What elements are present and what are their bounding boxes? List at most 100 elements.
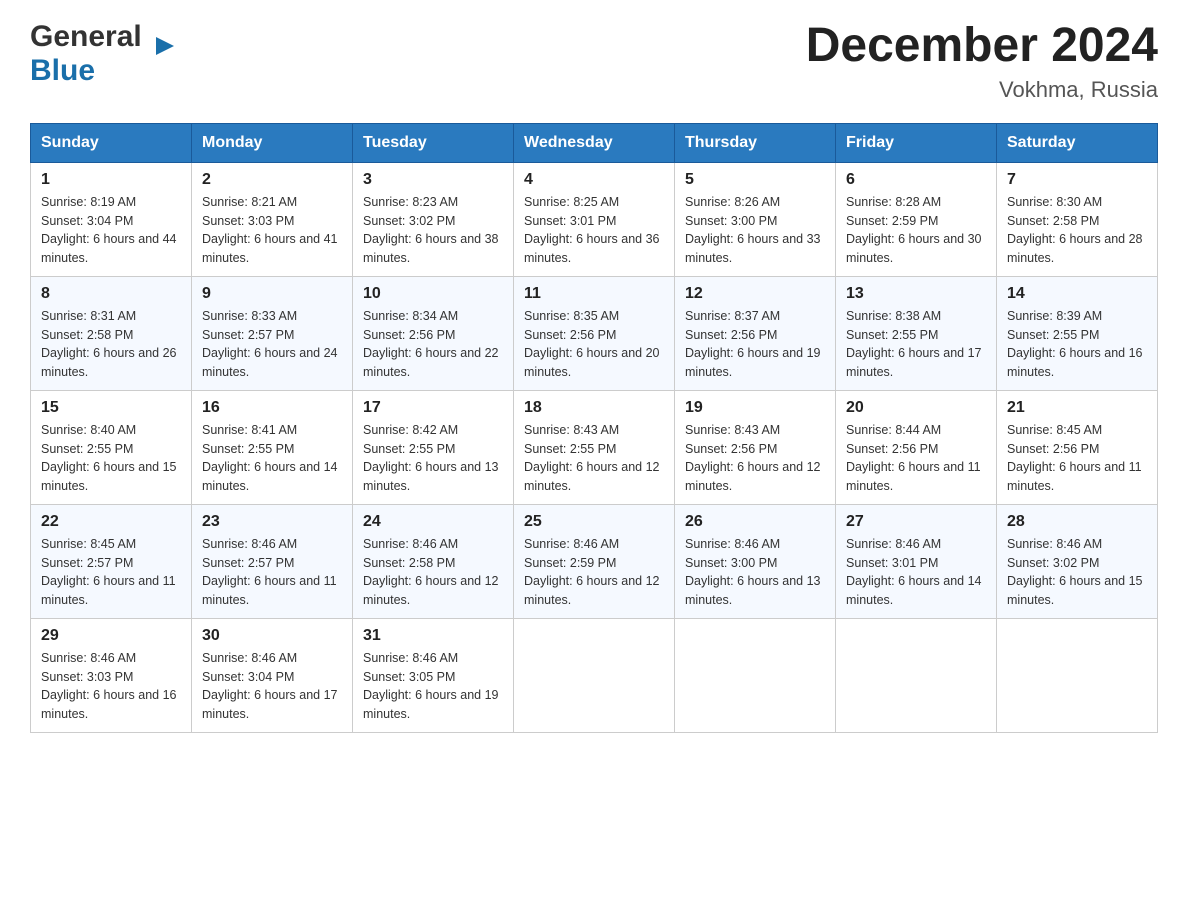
day-info: Sunrise: 8:28 AMSunset: 2:59 PMDaylight:… [846,193,986,268]
table-row: 2 Sunrise: 8:21 AMSunset: 3:03 PMDaylight… [192,162,353,276]
day-info: Sunrise: 8:46 AMSunset: 2:59 PMDaylight:… [524,535,664,610]
day-number: 23 [202,513,342,531]
day-info: Sunrise: 8:37 AMSunset: 2:56 PMDaylight:… [685,307,825,382]
day-info: Sunrise: 8:35 AMSunset: 2:56 PMDaylight:… [524,307,664,382]
day-number: 27 [846,513,986,531]
day-number: 20 [846,399,986,417]
day-number: 28 [1007,513,1147,531]
day-info: Sunrise: 8:21 AMSunset: 3:03 PMDaylight:… [202,193,342,268]
title-block: December 2024 Vokhma, Russia [806,20,1158,103]
day-info: Sunrise: 8:43 AMSunset: 2:55 PMDaylight:… [524,421,664,496]
day-number: 18 [524,399,664,417]
day-number: 3 [363,171,503,189]
table-row [675,618,836,732]
table-row: 9Sunrise: 8:33 AMSunset: 2:57 PMDaylight… [192,276,353,390]
day-info: Sunrise: 8:42 AMSunset: 2:55 PMDaylight:… [363,421,503,496]
day-number: 12 [685,285,825,303]
col-sunday: Sunday [31,123,192,162]
table-row: 25 Sunrise: 8:46 AMSunset: 2:59 PMDayligh… [514,504,675,618]
day-number: 31 [363,627,503,645]
calendar-week-row: 15Sunrise: 8:40 AMSunset: 2:55 PMDayligh… [31,390,1158,504]
day-number: 16 [202,399,342,417]
day-info: Sunrise: 8:46 AMSunset: 3:01 PMDaylight:… [846,535,986,610]
table-row: 18 Sunrise: 8:43 AMSunset: 2:55 PMDayligh… [514,390,675,504]
table-row: 3 Sunrise: 8:23 AMSunset: 3:02 PMDaylight… [353,162,514,276]
calendar-week-row: 29 Sunrise: 8:46 AMSunset: 3:03 PMDayligh… [31,618,1158,732]
table-row: 10Sunrise: 8:34 AMSunset: 2:56 PMDayligh… [353,276,514,390]
col-wednesday: Wednesday [514,123,675,162]
day-number: 29 [41,627,181,645]
day-info: Sunrise: 8:46 AMSunset: 3:04 PMDaylight:… [202,649,342,724]
table-row [514,618,675,732]
day-info: Sunrise: 8:34 AMSunset: 2:56 PMDaylight:… [363,307,503,382]
table-row: 5Sunrise: 8:26 AMSunset: 3:00 PMDaylight… [675,162,836,276]
calendar-week-row: 8Sunrise: 8:31 AMSunset: 2:58 PMDaylight… [31,276,1158,390]
table-row: 30 Sunrise: 8:46 AMSunset: 3:04 PMDayligh… [192,618,353,732]
col-saturday: Saturday [997,123,1158,162]
table-row: 29 Sunrise: 8:46 AMSunset: 3:03 PMDayligh… [31,618,192,732]
table-row: 31 Sunrise: 8:46 AMSunset: 3:05 PMDayligh… [353,618,514,732]
day-number: 26 [685,513,825,531]
logo-blue-text: Blue [30,54,95,87]
table-row: 14Sunrise: 8:39 AMSunset: 2:55 PMDayligh… [997,276,1158,390]
day-number: 4 [524,171,664,189]
table-row: 17 Sunrise: 8:42 AMSunset: 2:55 PMDayligh… [353,390,514,504]
page-header: General Blue December 2024 Vokhma, Russi… [30,20,1158,103]
day-number: 11 [524,285,664,303]
day-info: Sunrise: 8:46 AMSunset: 3:03 PMDaylight:… [41,649,181,724]
table-row: 4 Sunrise: 8:25 AMSunset: 3:01 PMDaylight… [514,162,675,276]
day-number: 25 [524,513,664,531]
calendar-header-row: Sunday Monday Tuesday Wednesday Thursday… [31,123,1158,162]
table-row: 12 Sunrise: 8:37 AMSunset: 2:56 PMDayligh… [675,276,836,390]
day-number: 7 [1007,171,1147,189]
table-row: 8Sunrise: 8:31 AMSunset: 2:58 PMDaylight… [31,276,192,390]
calendar-week-row: 1 Sunrise: 8:19 AMSunset: 3:04 PMDaylight… [31,162,1158,276]
day-info: Sunrise: 8:23 AMSunset: 3:02 PMDaylight:… [363,193,503,268]
table-row: 16 Sunrise: 8:41 AMSunset: 2:55 PMDayligh… [192,390,353,504]
calendar-table: Sunday Monday Tuesday Wednesday Thursday… [30,123,1158,733]
day-number: 30 [202,627,342,645]
day-info: Sunrise: 8:46 AMSunset: 2:58 PMDaylight:… [363,535,503,610]
table-row: 26Sunrise: 8:46 AMSunset: 3:00 PMDayligh… [675,504,836,618]
day-number: 17 [363,399,503,417]
table-row: 13 Sunrise: 8:38 AMSunset: 2:55 PMDayligh… [836,276,997,390]
location-subtitle: Vokhma, Russia [806,77,1158,103]
day-number: 13 [846,285,986,303]
day-info: Sunrise: 8:33 AMSunset: 2:57 PMDaylight:… [202,307,342,382]
table-row: 23 Sunrise: 8:46 AMSunset: 2:57 PMDayligh… [192,504,353,618]
table-row [836,618,997,732]
table-row: 19Sunrise: 8:43 AMSunset: 2:56 PMDayligh… [675,390,836,504]
col-monday: Monday [192,123,353,162]
table-row: 1 Sunrise: 8:19 AMSunset: 3:04 PMDaylight… [31,162,192,276]
table-row: 27 Sunrise: 8:46 AMSunset: 3:01 PMDayligh… [836,504,997,618]
day-info: Sunrise: 8:19 AMSunset: 3:04 PMDaylight:… [41,193,181,268]
day-info: Sunrise: 8:46 AMSunset: 3:05 PMDaylight:… [363,649,503,724]
col-thursday: Thursday [675,123,836,162]
day-number: 6 [846,171,986,189]
table-row: 15Sunrise: 8:40 AMSunset: 2:55 PMDayligh… [31,390,192,504]
day-number: 2 [202,171,342,189]
day-info: Sunrise: 8:38 AMSunset: 2:55 PMDaylight:… [846,307,986,382]
day-number: 21 [1007,399,1147,417]
table-row: 20 Sunrise: 8:44 AMSunset: 2:56 PMDayligh… [836,390,997,504]
col-friday: Friday [836,123,997,162]
table-row: 21 Sunrise: 8:45 AMSunset: 2:56 PMDayligh… [997,390,1158,504]
day-info: Sunrise: 8:44 AMSunset: 2:56 PMDaylight:… [846,421,986,496]
day-number: 15 [41,399,181,417]
day-info: Sunrise: 8:46 AMSunset: 2:57 PMDaylight:… [202,535,342,610]
day-number: 8 [41,285,181,303]
table-row: 7 Sunrise: 8:30 AMSunset: 2:58 PMDaylight… [997,162,1158,276]
day-info: Sunrise: 8:45 AMSunset: 2:56 PMDaylight:… [1007,421,1147,496]
table-row: 28Sunrise: 8:46 AMSunset: 3:02 PMDayligh… [997,504,1158,618]
table-row [997,618,1158,732]
logo-general-text: General [30,20,142,54]
table-row: 24Sunrise: 8:46 AMSunset: 2:58 PMDayligh… [353,504,514,618]
day-info: Sunrise: 8:41 AMSunset: 2:55 PMDaylight:… [202,421,342,496]
day-number: 1 [41,171,181,189]
day-info: Sunrise: 8:25 AMSunset: 3:01 PMDaylight:… [524,193,664,268]
day-info: Sunrise: 8:30 AMSunset: 2:58 PMDaylight:… [1007,193,1147,268]
col-tuesday: Tuesday [353,123,514,162]
day-info: Sunrise: 8:39 AMSunset: 2:55 PMDaylight:… [1007,307,1147,382]
day-number: 5 [685,171,825,189]
month-year-title: December 2024 [806,20,1158,73]
